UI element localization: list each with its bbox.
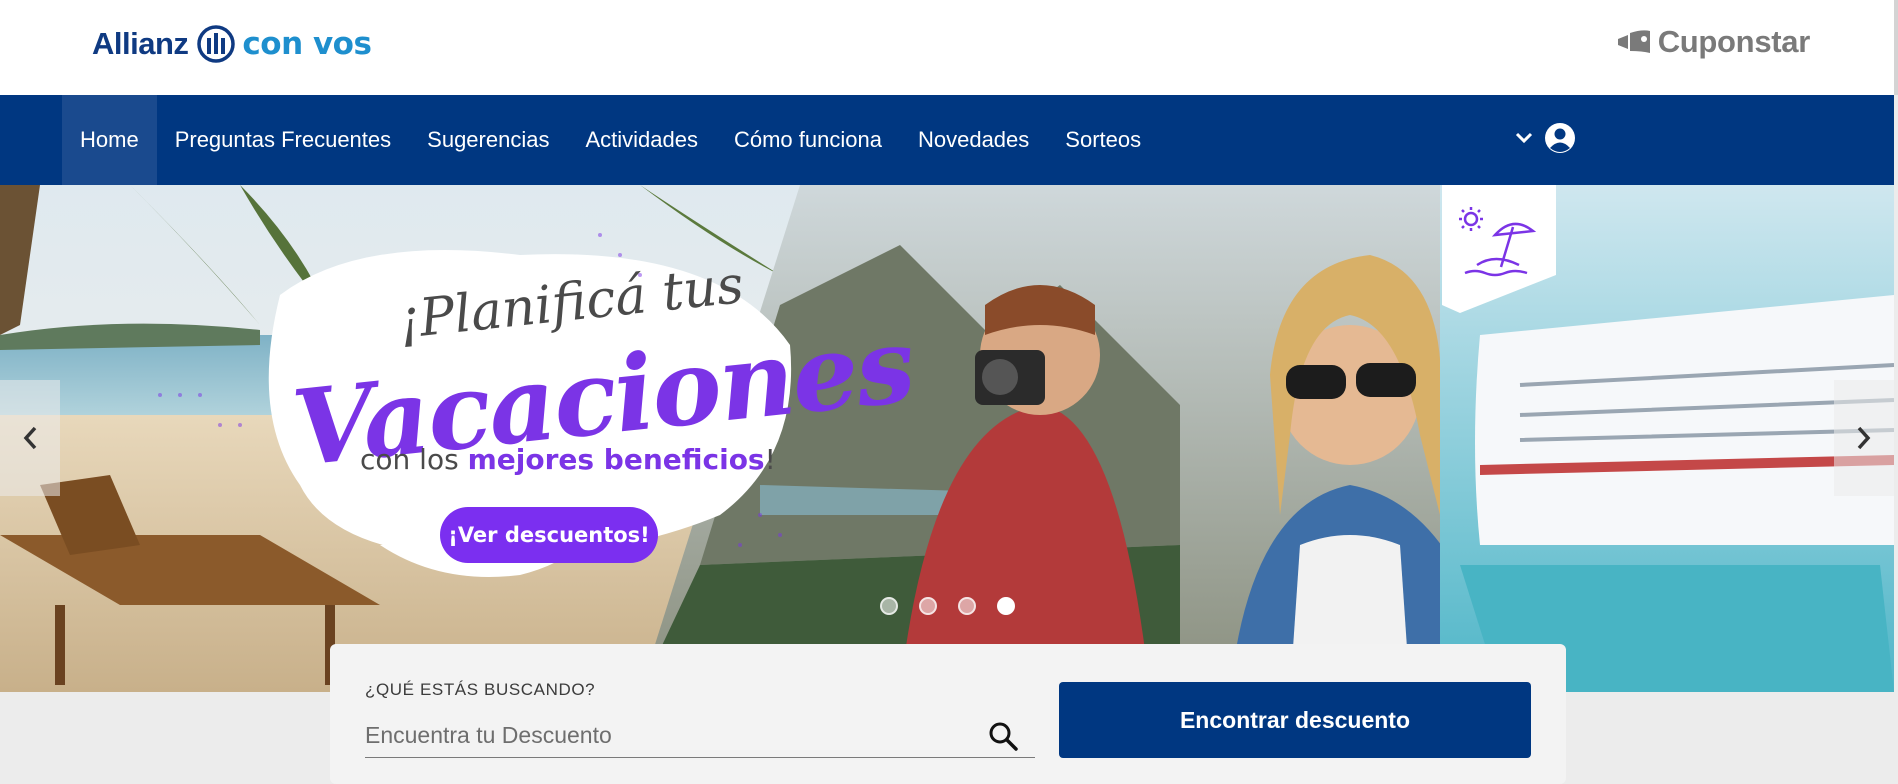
cuponstar-logo[interactable]: Cuponstar xyxy=(1614,24,1810,60)
beach-umbrella-icon xyxy=(1459,207,1537,277)
search-label: ¿QUÉ ESTÁS BUSCANDO? xyxy=(365,680,596,699)
carousel-dot-2[interactable] xyxy=(919,597,937,615)
search-input[interactable] xyxy=(365,714,965,756)
allianz-con-vos-logo[interactable]: Allianz con vos xyxy=(92,24,372,64)
nav-item-sorteos[interactable]: Sorteos xyxy=(1047,95,1159,185)
search-card: ¿QUÉ ESTÁS BUSCANDO? Encontrar descuento xyxy=(330,644,1566,784)
carousel-dot-1[interactable] xyxy=(880,597,898,615)
hero-carousel: ¡Planificá tus Vacaciones con los mejore… xyxy=(0,185,1894,692)
nav-item-actividades[interactable]: Actividades xyxy=(567,95,716,185)
nav-item-home[interactable]: Home xyxy=(62,95,157,185)
allianz-eagle-icon xyxy=(197,25,236,63)
carousel-dots xyxy=(880,597,1015,615)
nav-list: Home Preguntas Frecuentes Sugerencias Ac… xyxy=(62,95,1159,185)
hero-subtitle-bold: mejores beneficios xyxy=(467,443,765,476)
hero-subtitle-suffix: ! xyxy=(764,443,776,476)
hero-banner-image xyxy=(0,185,1894,692)
nav-item-como-funciona[interactable]: Cómo funciona xyxy=(716,95,900,185)
user-menu[interactable] xyxy=(1513,121,1577,155)
nav-item-novedades[interactable]: Novedades xyxy=(900,95,1047,185)
main-nav: Home Preguntas Frecuentes Sugerencias Ac… xyxy=(0,95,1894,185)
hero-subtitle: con los mejores beneficios! xyxy=(360,443,776,476)
top-header: Allianz con vos Cuponstar xyxy=(0,0,1898,95)
megaphone-icon xyxy=(1617,30,1650,53)
cuponstar-text: Cuponstar xyxy=(1657,24,1811,59)
nav-item-sugerencias[interactable]: Sugerencias xyxy=(409,95,567,185)
carousel-dot-4[interactable] xyxy=(997,597,1015,615)
chevron-left-icon xyxy=(23,426,37,450)
brand-allianz-text: Allianz xyxy=(92,26,189,61)
encontrar-descuento-button[interactable]: Encontrar descuento xyxy=(1059,682,1531,758)
search-field xyxy=(365,714,1035,758)
carousel-next-button[interactable] xyxy=(1834,380,1894,496)
user-circle-icon[interactable] xyxy=(1543,121,1577,155)
nav-item-preguntas-frecuentes[interactable]: Preguntas Frecuentes xyxy=(157,95,409,185)
page: Allianz con vos Cuponstar Home Preguntas… xyxy=(0,0,1898,784)
ver-descuentos-button[interactable]: ¡Ver descuentos! xyxy=(440,507,658,563)
search-icon[interactable] xyxy=(987,720,1019,752)
carousel-dot-3[interactable] xyxy=(958,597,976,615)
carousel-prev-button[interactable] xyxy=(0,380,60,496)
hero-subtitle-prefix: con los xyxy=(360,443,459,476)
chevron-right-icon xyxy=(1857,426,1871,450)
brand-convos-text: con vos xyxy=(242,26,372,62)
chevron-down-icon[interactable] xyxy=(1513,127,1535,149)
